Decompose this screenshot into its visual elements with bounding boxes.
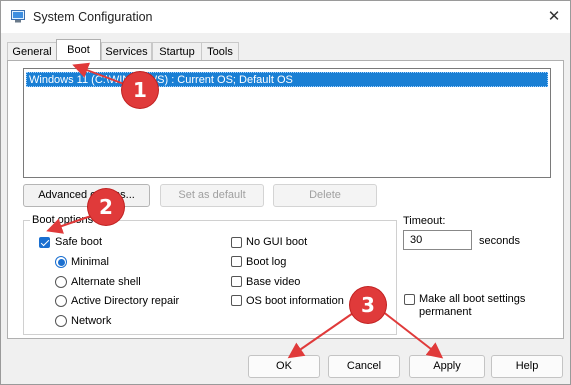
arrow-to-ok [287,310,357,359]
step-badge-2: 2 [88,189,124,225]
step-badge-3: 3 [350,287,386,323]
arrow-to-safe-boot [46,214,95,234]
annotation-arrows [46,62,444,359]
arrow-to-boot-tab [72,62,125,85]
arrow-to-apply [381,310,444,359]
step-badge-1: 1 [122,72,158,108]
